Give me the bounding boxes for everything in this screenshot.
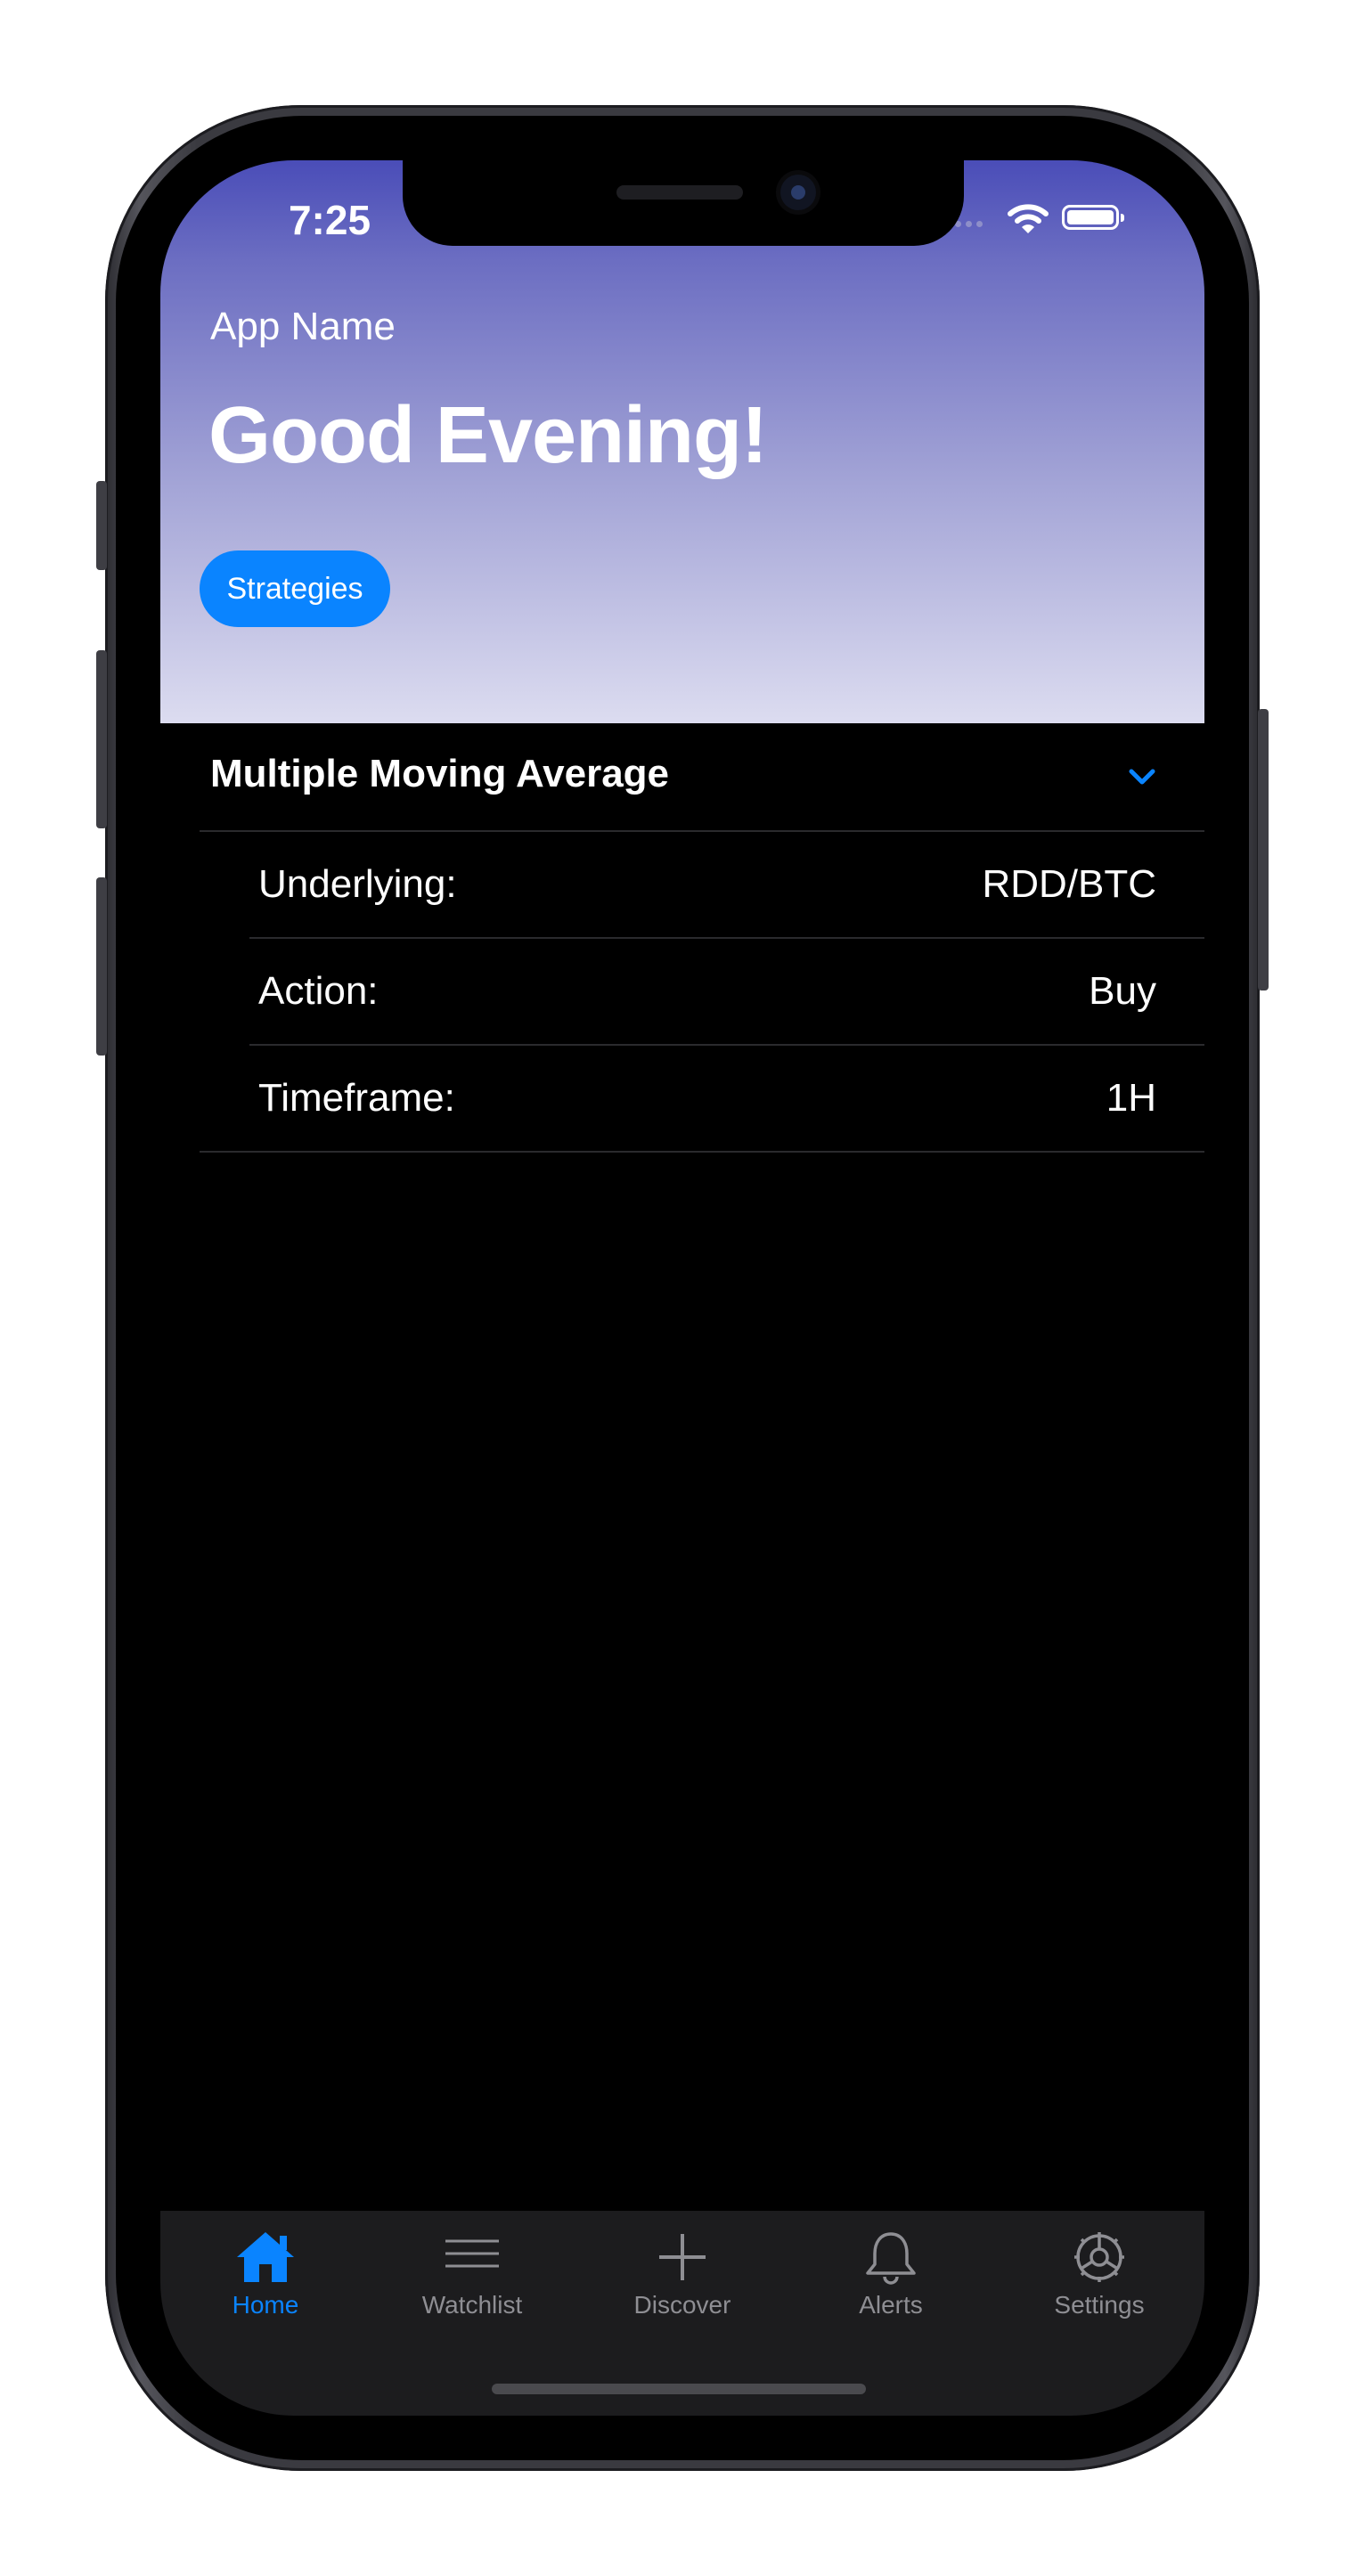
tab-watchlist[interactable]: Watchlist: [383, 2229, 561, 2344]
volume-down-button: [96, 877, 107, 1056]
volume-up-button: [96, 650, 107, 828]
tab-alerts[interactable]: Alerts: [802, 2229, 980, 2344]
row-label: Underlying:: [258, 862, 457, 906]
plus-icon: [659, 2234, 706, 2280]
tab-label: Discover: [633, 2291, 731, 2319]
status-icons: [944, 203, 1140, 233]
earpiece-speaker: [616, 185, 743, 200]
row-label: Action:: [258, 969, 379, 1013]
detail-row-underlying: Underlying: RDD/BTC: [160, 830, 1204, 937]
tab-home[interactable]: Home: [176, 2229, 355, 2344]
divider: [200, 1151, 1204, 1153]
wifi-icon: [1008, 204, 1049, 233]
strategies-chip[interactable]: Strategies: [200, 550, 390, 627]
tab-label: Alerts: [859, 2291, 923, 2319]
status-time: 7:25: [288, 197, 371, 243]
row-label: Timeframe:: [258, 1076, 455, 1120]
tab-label: Home: [232, 2291, 299, 2319]
detail-row-timeframe: Timeframe: 1H: [160, 1044, 1204, 1151]
mute-switch: [96, 481, 107, 570]
battery-icon: [1062, 205, 1124, 230]
greeting-title: Good Evening!: [208, 391, 768, 480]
strategy-header[interactable]: Multiple Moving Average: [160, 723, 1204, 830]
power-button: [1258, 709, 1269, 990]
list-lines-icon: [445, 2239, 499, 2268]
tab-settings[interactable]: Settings: [1010, 2229, 1188, 2344]
row-value: RDD/BTC: [982, 862, 1156, 906]
screen: 7:25 App Name Good Evening! Strategies M…: [160, 160, 1204, 2416]
row-value: Buy: [1089, 969, 1156, 1013]
row-value: 1H: [1106, 1076, 1156, 1120]
notch: [403, 160, 964, 246]
home-indicator: [492, 2384, 866, 2394]
detail-row-action: Action: Buy: [160, 937, 1204, 1044]
front-camera: [780, 175, 816, 210]
tab-label: Watchlist: [421, 2291, 523, 2319]
chevron-down-icon[interactable]: [1124, 759, 1160, 795]
tab-discover[interactable]: Discover: [593, 2229, 771, 2344]
strategy-title: Multiple Moving Average: [210, 752, 670, 795]
app-name: App Name: [210, 305, 396, 348]
house-icon: [237, 2232, 294, 2282]
tab-label: Settings: [1054, 2291, 1145, 2319]
bell-icon: [866, 2232, 916, 2285]
gear-icon: [1074, 2232, 1124, 2282]
